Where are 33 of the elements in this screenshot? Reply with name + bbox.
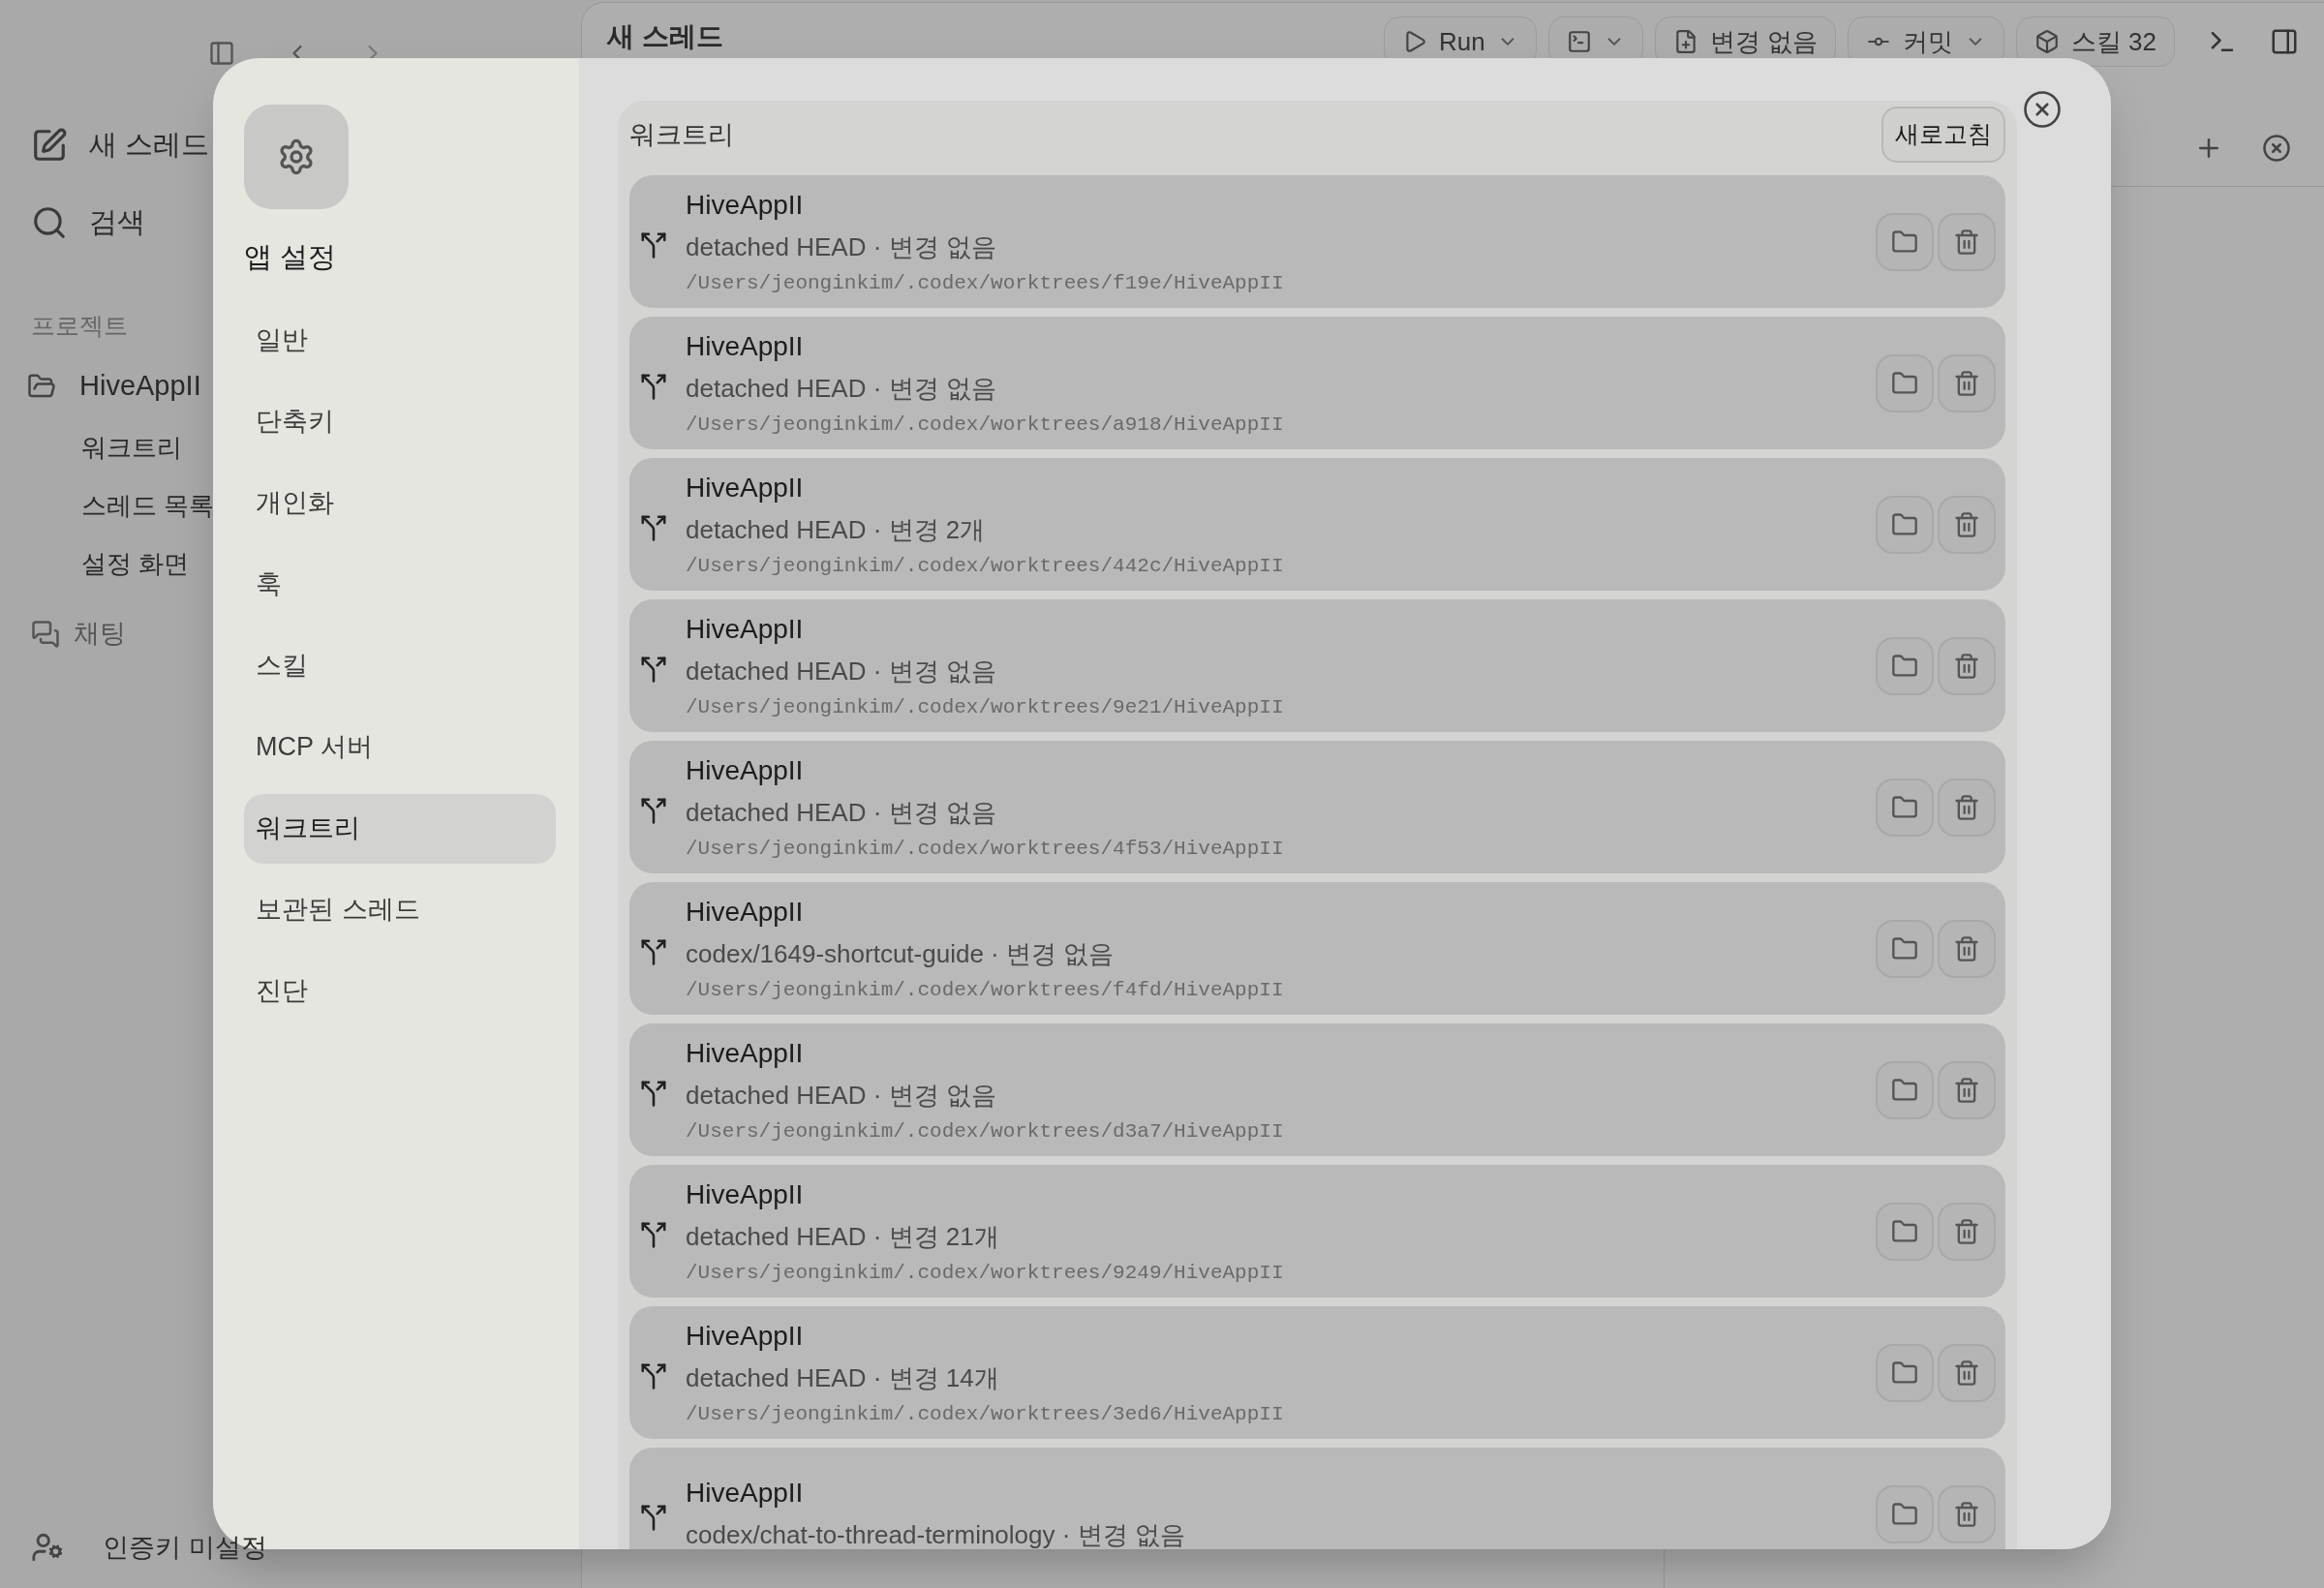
worktree-name: HiveAppII bbox=[686, 471, 805, 504]
worktree-detail: detached HEAD · 변경 없음 bbox=[686, 655, 997, 687]
worktree-detail: detached HEAD · 변경 14개 bbox=[686, 1361, 1000, 1394]
worktree-name: HiveAppII bbox=[686, 1177, 805, 1211]
worktree-path: /Users/jeonginkim/.codex/worktrees/f19e/HiveAppII bbox=[686, 270, 1285, 296]
section-label: 프로젝트 bbox=[31, 311, 128, 341]
worktree-path: /Users/jeonginkim/.codex/worktrees/3ed6/HiveAppII bbox=[686, 1401, 1285, 1427]
section-title: 워크트리 bbox=[629, 118, 734, 151]
worktree-detail: detached HEAD · 변경 없음 bbox=[686, 796, 997, 829]
worktree-name: HiveAppII bbox=[686, 188, 805, 222]
worktree-detail: detached HEAD · 변경 없음 bbox=[686, 1079, 997, 1112]
worktree-detail: codex/1649-shortcut-guide · 변경 없음 bbox=[686, 937, 1116, 970]
worktree-name: HiveAppII bbox=[686, 1036, 805, 1070]
worktree-path: /Users/jeonginkim/.codex/worktrees/4f53/HiveAppII bbox=[686, 836, 1285, 862]
worktree-path: /Users/jeonginkim/.codex/worktrees/9249/HiveAppII bbox=[686, 1260, 1285, 1286]
worktree-path: /Users/jeonginkim/.codex/worktrees/a918/HiveAppII bbox=[686, 412, 1285, 438]
thread-title: 새 스레드 bbox=[607, 20, 723, 53]
worktree-detail: detached HEAD · 변경 2개 bbox=[686, 513, 987, 546]
worktree-path: /Users/jeonginkim/.codex/worktrees/d3a7/HiveAppII bbox=[686, 1118, 1285, 1145]
worktree-detail: detached HEAD · 변경 21개 bbox=[686, 1220, 1000, 1253]
worktree-path: /Users/jeonginkim/.codex/worktrees/442c/HiveAppII bbox=[686, 553, 1285, 579]
worktree-path: /Users/jeonginkim/.codex/worktrees/9e21/HiveAppII bbox=[686, 694, 1285, 720]
worktree-name: HiveAppII bbox=[686, 1476, 805, 1510]
worktree-name: HiveAppII bbox=[686, 895, 805, 929]
worktree-name: HiveAppII bbox=[686, 329, 805, 363]
settings-title: 앱 설정 bbox=[244, 240, 338, 274]
worktree-name: HiveAppII bbox=[686, 753, 805, 787]
worktree-detail: detached HEAD · 변경 없음 bbox=[686, 372, 997, 405]
worktree-name: HiveAppII bbox=[686, 612, 805, 646]
worktree-detail: codex/chat-to-thread-terminology · 변경 없음 bbox=[686, 1518, 1186, 1549]
worktree-name: HiveAppII bbox=[686, 1319, 805, 1353]
worktree-detail: detached HEAD · 변경 없음 bbox=[686, 230, 997, 263]
worktree-path: /Users/jeonginkim/.codex/worktrees/f4fd/HiveAppII bbox=[686, 977, 1285, 1003]
